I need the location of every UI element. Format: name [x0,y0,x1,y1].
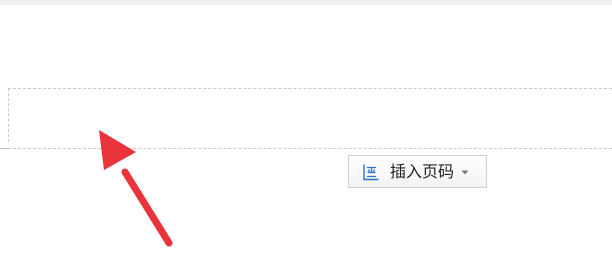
page-number-icon [362,163,380,181]
header-boundary-top [8,88,612,89]
top-strip [0,0,612,5]
insert-page-number-button[interactable]: 插入页码 [348,155,487,188]
header-boundary-left [8,88,9,142]
margin-tick [0,148,8,149]
page-header-area[interactable] [0,88,612,150]
chevron-down-icon[interactable] [461,168,469,176]
red-arrow-icon [99,130,173,247]
insert-page-number-label: 插入页码 [390,161,455,181]
